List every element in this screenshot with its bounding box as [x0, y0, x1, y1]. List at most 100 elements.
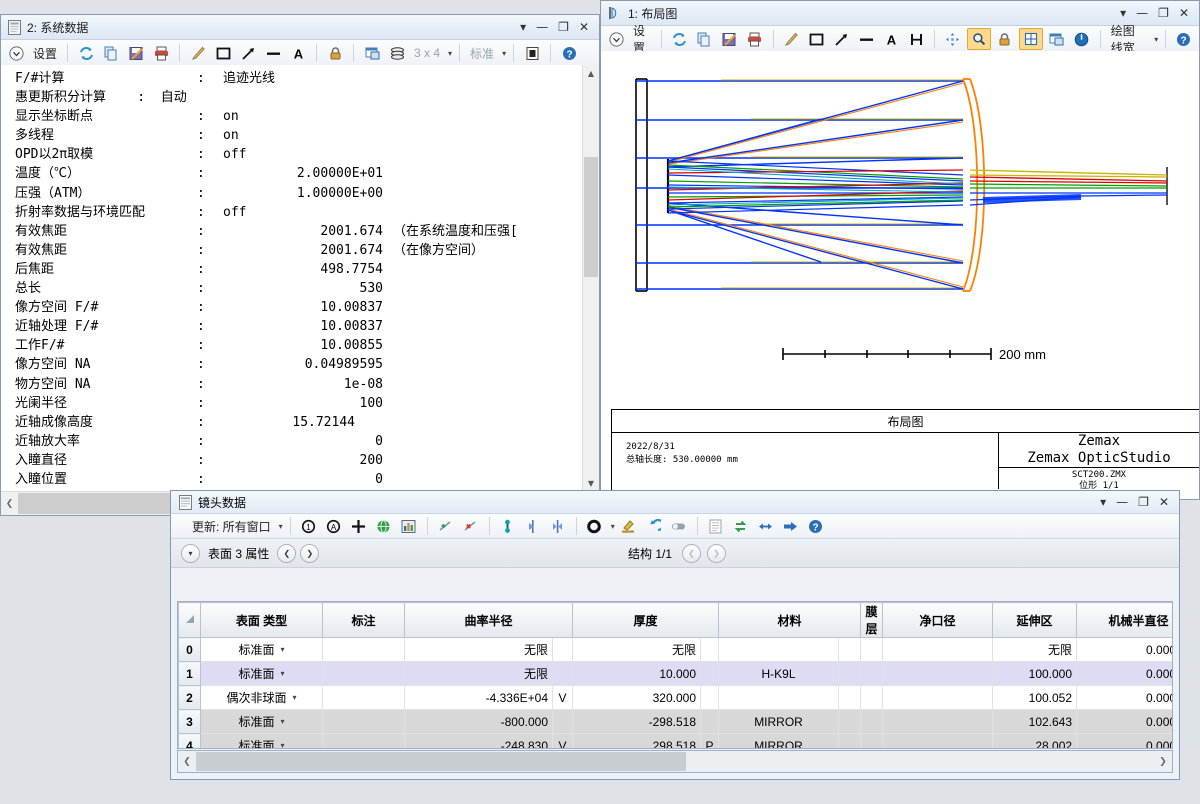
chevron-down-icon[interactable]: ▾ [281, 717, 285, 726]
layers-icon[interactable] [386, 43, 408, 63]
radius-solve-cell[interactable] [551, 637, 574, 662]
text-icon[interactable]: A [880, 29, 902, 49]
chevron-down-icon[interactable]: ▾ [1154, 35, 1158, 44]
minimize-icon[interactable]: — [1116, 496, 1128, 508]
paint-icon[interactable] [618, 516, 640, 536]
window-icon[interactable] [361, 43, 383, 63]
pencil-icon[interactable] [780, 29, 802, 49]
scroll-down-icon[interactable]: ▼ [583, 475, 599, 491]
next-icon[interactable] [780, 516, 802, 536]
coating-cell[interactable] [882, 661, 994, 686]
print-icon[interactable] [150, 43, 172, 63]
radius-cell[interactable]: -248.830 [404, 733, 553, 748]
lens-data-table[interactable]: 表面 类型 标注 曲率半径 厚度 材料 膜层 净口径 延伸区 机械半直径 圆锥系… [178, 602, 1172, 748]
prev-config-button[interactable]: ❮ [682, 543, 702, 563]
radius-solve-cell[interactable]: V [551, 685, 574, 710]
table-row[interactable]: 4标准面▾-248.830V298.518PMIRROR28.0020.0002… [178, 733, 1172, 748]
comment-cell[interactable] [322, 685, 405, 710]
thickness-solve-cell[interactable] [700, 709, 720, 734]
vscroll-thumb[interactable] [584, 157, 598, 277]
swap-icon[interactable] [730, 516, 752, 536]
zoom-icon[interactable] [966, 28, 991, 50]
layout-window[interactable]: 1: 布局图 ▾ — ❐ ✕ 设置 A 绘图线宽 ▾ ? 200 mm 布局图 … [600, 0, 1200, 500]
dimension-icon[interactable] [905, 29, 927, 49]
close-icon[interactable]: ✕ [1179, 7, 1189, 19]
surface-type-cell[interactable]: 偶次非球面 ▾ [200, 685, 323, 710]
chevron-down-icon[interactable]: ▾ [281, 645, 285, 654]
help-icon[interactable]: ? [558, 43, 580, 63]
surface-type-cell[interactable]: 标准面 ▾ [200, 709, 323, 734]
pencil-icon[interactable] [187, 43, 209, 63]
maximize-icon[interactable]: ❐ [1138, 496, 1149, 508]
line-icon[interactable] [262, 43, 284, 63]
refresh-icon[interactable] [669, 29, 691, 49]
lens-data-toolbar[interactable]: 更新: 所有窗口 ▾ 1 A ▾ ? [171, 514, 1179, 539]
offset-icon[interactable] [522, 516, 544, 536]
rectangle-icon[interactable] [212, 43, 234, 63]
material-cell[interactable] [718, 637, 840, 662]
comment-cell[interactable] [322, 709, 405, 734]
table-row[interactable]: 2偶次非球面▾-4.336E+04V320.000100.0520.000100… [178, 685, 1172, 710]
table-row[interactable]: 1标准面▾无限10.000H-K9L100.0000.000100.0520.0… [178, 661, 1172, 686]
lens-grid-hscrollbar[interactable]: ❮ ❯ [177, 750, 1173, 773]
comment-cell[interactable] [322, 661, 405, 686]
thickness-solve-cell[interactable] [700, 661, 720, 686]
thickness-solve-cell[interactable] [700, 685, 720, 710]
clear-semi-diameter-cell[interactable]: 无限 [992, 637, 1078, 662]
clear-semi-diameter-cell[interactable]: 100.000 [992, 661, 1078, 686]
undo-icon[interactable] [643, 516, 665, 536]
surface-type-cell[interactable]: 标准面 ▾ [200, 733, 323, 748]
lock-icon[interactable] [324, 43, 346, 63]
thickness-cell[interactable]: 无限 [572, 637, 702, 662]
coating-cell[interactable] [882, 733, 994, 748]
thickness-solve-cell[interactable]: P [700, 733, 720, 748]
lock-icon[interactable] [994, 29, 1016, 49]
clear-semi-diameter-cell[interactable]: 100.052 [992, 685, 1078, 710]
column-header-clear-semi-dia[interactable]: 净口径 [882, 602, 994, 638]
clear-semi-diameter-cell[interactable]: 102.643 [992, 709, 1078, 734]
update-label[interactable]: 更新: 所有窗口 [189, 518, 274, 535]
surface-type-cell[interactable]: 标准面 ▾ [200, 637, 323, 662]
radius-cell[interactable]: 无限 [404, 637, 553, 662]
chip-zone-cell[interactable]: 0.000 [1076, 661, 1172, 686]
layout-toolbar[interactable]: 设置 A 绘图线宽 ▾ ? [601, 24, 1199, 55]
material-solve-cell[interactable] [838, 637, 862, 662]
prev-icon[interactable] [755, 516, 777, 536]
arrow-icon[interactable] [237, 43, 259, 63]
column-header-coating[interactable]: 膜层 [860, 602, 884, 638]
material-extra-cell[interactable] [860, 733, 884, 748]
move-icon[interactable] [348, 516, 370, 536]
chip-zone-cell[interactable]: 0.000 [1076, 637, 1172, 662]
clear-semi-diameter-cell[interactable]: 28.002 [992, 733, 1078, 748]
system-data-window[interactable]: 2: 系统数据 ▾ — ❐ ✕ 设置 A 3 x 4 ▾ 标准 ▾ ? F/#计… [0, 14, 600, 516]
arrow-icon[interactable] [830, 29, 852, 49]
radius-cell[interactable]: -4.336E+04 [404, 685, 553, 710]
chevron-down-icon[interactable]: ▾ [502, 49, 506, 58]
dropdown-icon[interactable]: ▾ [1120, 7, 1126, 19]
material-solve-cell[interactable] [838, 733, 862, 748]
column-header-mech-semi-dia[interactable]: 机械半直径 [1076, 602, 1172, 638]
solve-icon[interactable] [497, 516, 519, 536]
settings-button[interactable] [605, 29, 627, 49]
material-cell[interactable]: MIRROR [718, 709, 840, 734]
rectangle-icon[interactable] [805, 29, 827, 49]
radius-cell[interactable]: 无限 [404, 661, 553, 686]
system-data-titlebar[interactable]: 2: 系统数据 ▾ — ❐ ✕ [1, 15, 599, 40]
grid-size-label[interactable]: 3 x 4 [411, 46, 443, 60]
minimize-icon[interactable]: — [536, 21, 548, 33]
radius-cell[interactable]: -800.000 [404, 709, 553, 734]
lens-data-titlebar[interactable]: 镜头数据 ▾ — ❐ ✕ [171, 491, 1179, 514]
chip-zone-cell[interactable]: 0.000 [1076, 709, 1172, 734]
column-header-radius[interactable]: 曲率半径 [403, 602, 574, 638]
thickness-cell[interactable]: -298.518 [572, 709, 702, 734]
dropdown-icon[interactable]: ▾ [520, 21, 526, 33]
center-icon[interactable] [547, 516, 569, 536]
surface-type-cell[interactable]: 标准面 ▾ [200, 661, 323, 686]
material-cell[interactable]: MIRROR [718, 733, 840, 748]
lens-data-grid[interactable]: 表面 类型 标注 曲率半径 厚度 材料 膜层 净口径 延伸区 机械半直径 圆锥系… [177, 601, 1173, 749]
chevron-down-icon[interactable]: ▾ [279, 522, 283, 531]
help-icon[interactable]: ? [805, 516, 827, 536]
material-extra-cell[interactable] [860, 709, 884, 734]
material-solve-cell[interactable] [838, 661, 862, 686]
copy-icon[interactable] [100, 43, 122, 63]
